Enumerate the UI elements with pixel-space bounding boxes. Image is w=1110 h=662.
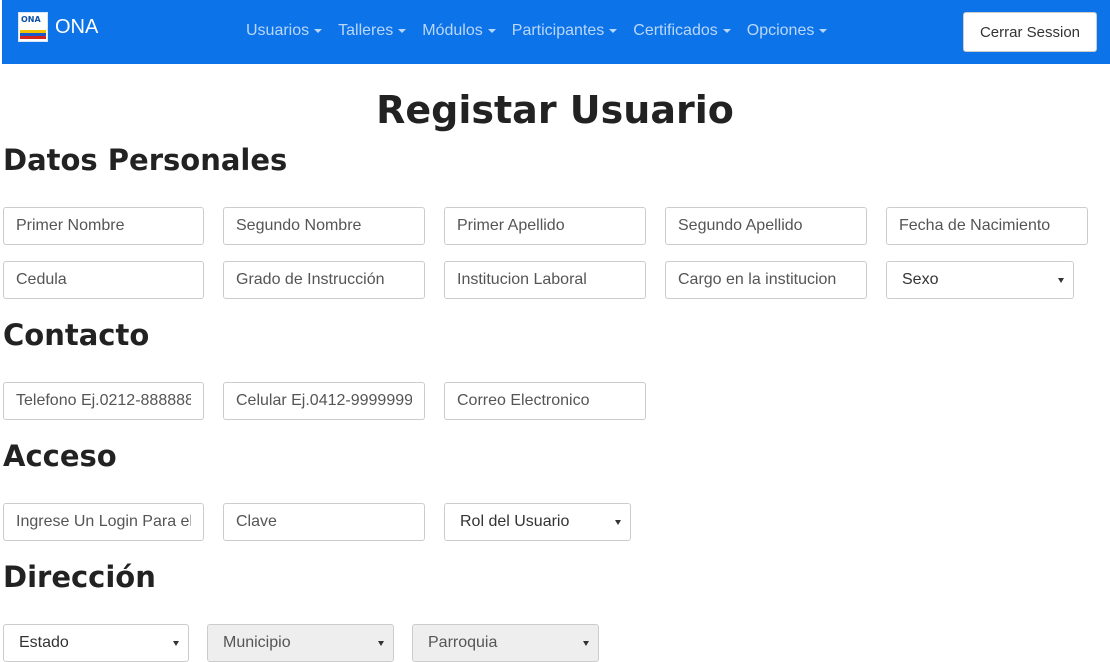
municipality-select-value: Municipio [223, 634, 291, 651]
second-name-input[interactable] [223, 207, 425, 245]
caret-down-icon [819, 28, 828, 33]
password-input[interactable] [223, 503, 425, 541]
role-select-value: Rol del Usuario [460, 513, 570, 530]
top-navbar: ONA ONA Usuarios Talleres Módulos Partic… [2, 0, 1110, 64]
dropdown-arrow-icon [1058, 278, 1064, 283]
parish-select-value: Parroquia [428, 634, 498, 651]
dropdown-arrow-icon [173, 641, 179, 646]
caret-down-icon [487, 28, 496, 33]
sex-select[interactable]: Sexo [886, 261, 1074, 299]
page-title: Registar Usuario [376, 88, 734, 132]
menu-usuarios-label: Usuarios [246, 22, 310, 39]
menu-certificados[interactable]: Certificados [633, 22, 731, 40]
menu-opciones[interactable]: Opciones [747, 22, 828, 40]
menu-participantes-label: Participantes [511, 22, 605, 39]
birth-date-input[interactable] [886, 207, 1088, 245]
section-title-address: Dirección [3, 560, 156, 594]
first-surname-input[interactable] [444, 207, 646, 245]
email-input[interactable] [444, 382, 646, 420]
ona-logo-icon: ONA [18, 12, 48, 42]
caret-down-icon [314, 28, 323, 33]
menu-modulos-label: Módulos [422, 22, 483, 39]
login-input[interactable] [3, 503, 204, 541]
menu-modulos[interactable]: Módulos [422, 22, 496, 40]
menu-talleres-label: Talleres [338, 22, 394, 39]
menu-certificados-label: Certificados [633, 22, 718, 39]
parish-select[interactable]: Parroquia [412, 624, 599, 662]
caret-down-icon [722, 28, 731, 33]
position-input[interactable] [665, 261, 867, 299]
id-number-input[interactable] [3, 261, 204, 299]
main-menu: Usuarios Talleres Módulos Participantes … [246, 22, 828, 40]
state-select-value: Estado [19, 634, 69, 651]
menu-usuarios[interactable]: Usuarios [246, 22, 323, 40]
phone-input[interactable] [3, 382, 204, 420]
caret-down-icon [609, 28, 618, 33]
sex-select-value: Sexo [902, 271, 939, 288]
dropdown-arrow-icon [378, 641, 384, 646]
logout-button[interactable]: Cerrar Session [963, 12, 1097, 52]
municipality-select[interactable]: Municipio [207, 624, 394, 662]
role-select[interactable]: Rol del Usuario [444, 503, 631, 541]
menu-opciones-label: Opciones [746, 22, 815, 39]
logo-text: ONA [21, 15, 41, 24]
section-title-contact: Contacto [3, 318, 150, 352]
state-select[interactable]: Estado [3, 624, 189, 662]
menu-participantes[interactable]: Participantes [512, 22, 618, 40]
second-surname-input[interactable] [665, 207, 867, 245]
dropdown-arrow-icon [583, 641, 589, 646]
section-title-personal: Datos Personales [3, 143, 288, 177]
caret-down-icon [398, 28, 407, 33]
menu-talleres[interactable]: Talleres [338, 22, 407, 40]
brand[interactable]: ONA ONA [18, 12, 98, 42]
dropdown-arrow-icon [615, 520, 621, 525]
section-title-access: Acceso [3, 439, 117, 473]
brand-name[interactable]: ONA [55, 16, 98, 39]
education-input[interactable] [223, 261, 425, 299]
institution-input[interactable] [444, 261, 646, 299]
first-name-input[interactable] [3, 207, 204, 245]
mobile-input[interactable] [223, 382, 425, 420]
